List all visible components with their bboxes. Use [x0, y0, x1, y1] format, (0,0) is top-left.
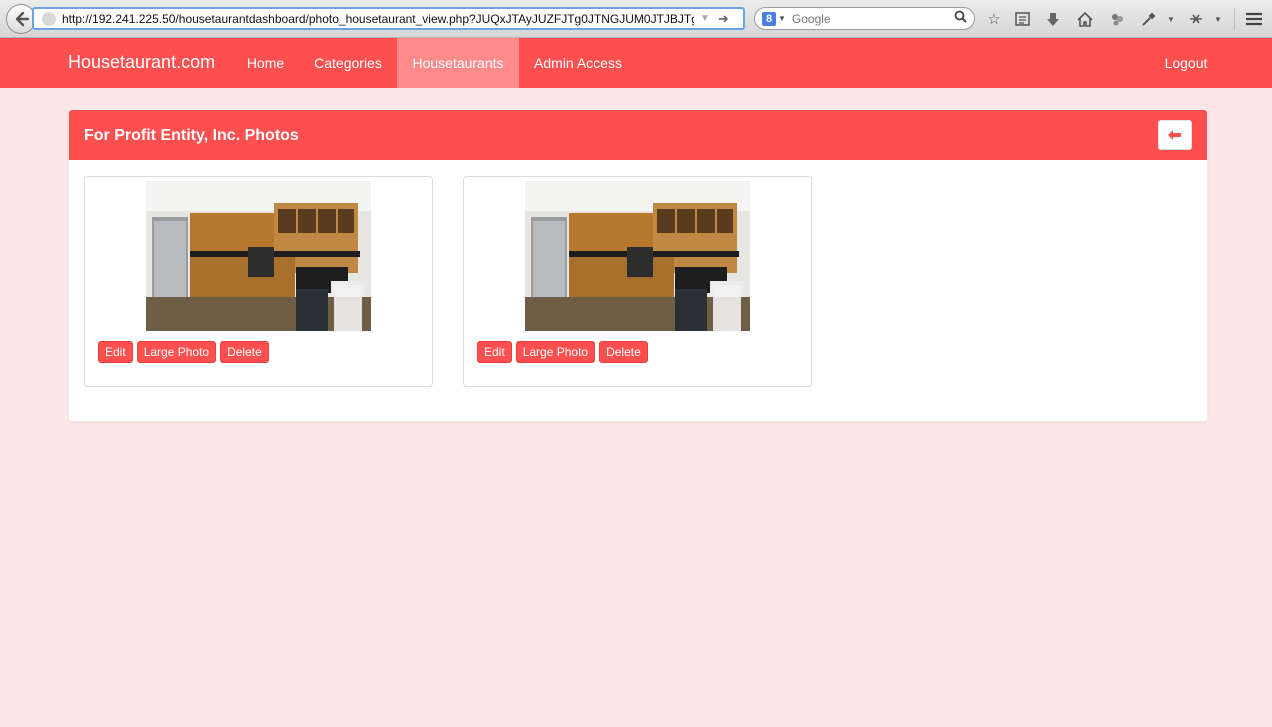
search-input[interactable]: Google — [792, 12, 954, 26]
photo-card: Edit Large Photo Delete — [463, 176, 812, 387]
delete-button[interactable]: Delete — [599, 341, 648, 363]
site-identity-icon — [42, 11, 56, 26]
url-dropdown-icon[interactable]: ▼ — [700, 13, 710, 24]
extension-icon[interactable] — [1187, 10, 1205, 28]
addon-icon[interactable] — [1108, 10, 1126, 28]
nav-housetaurants[interactable]: Housetaurants — [397, 38, 519, 88]
eyedropper-dropdown-icon[interactable]: ▼ — [1162, 10, 1180, 28]
download-icon[interactable] — [1044, 10, 1062, 28]
star-icon[interactable]: ☆ — [985, 10, 1003, 28]
toolbar-separator — [1234, 8, 1235, 30]
eyedropper-icon[interactable] — [1139, 10, 1157, 28]
address-bar[interactable]: http://192.241.225.50/housetaurantdashbo… — [32, 7, 745, 30]
url-text: http://192.241.225.50/housetaurantdashbo… — [62, 11, 694, 26]
search-bar[interactable]: 8 ▼ Google — [754, 7, 975, 30]
logout-link[interactable]: Logout — [1148, 38, 1224, 88]
nav-home[interactable]: Home — [234, 38, 297, 88]
nav-admin-access[interactable]: Admin Access — [519, 38, 637, 88]
brand-link[interactable]: Housetaurant.com — [68, 52, 215, 73]
panel-header: For Profit Entity, Inc. Photos — [69, 110, 1207, 160]
delete-button[interactable]: Delete — [220, 341, 269, 363]
nav-categories[interactable]: Categories — [300, 38, 396, 88]
home-icon[interactable] — [1076, 10, 1094, 28]
photo-actions: Edit Large Photo Delete — [477, 341, 648, 363]
edit-button[interactable]: Edit — [477, 341, 512, 363]
reading-list-icon[interactable] — [1013, 10, 1031, 28]
large-photo-button[interactable]: Large Photo — [136, 341, 217, 363]
photo-actions: Edit Large Photo Delete — [98, 341, 269, 363]
search-engine-dropdown-icon[interactable]: ▼ — [778, 14, 786, 23]
panel-title: For Profit Entity, Inc. Photos — [84, 127, 299, 144]
extension-dropdown-icon[interactable]: ▼ — [1209, 10, 1227, 28]
search-engine-icon[interactable]: 8 — [762, 11, 776, 26]
back-button[interactable] — [1158, 120, 1192, 150]
large-photo-button[interactable]: Large Photo — [515, 341, 596, 363]
edit-button[interactable]: Edit — [98, 341, 133, 363]
photos-panel: For Profit Entity, Inc. Photos Edit Larg… — [68, 109, 1208, 422]
browser-toolbar: http://192.241.225.50/housetaurantdashbo… — [0, 0, 1272, 38]
kitchen-photo[interactable] — [525, 181, 750, 331]
menu-icon[interactable] — [1245, 10, 1263, 28]
search-icon[interactable] — [954, 10, 967, 28]
kitchen-photo[interactable] — [146, 181, 371, 331]
go-arrow-icon[interactable]: ➜ — [718, 11, 729, 27]
navbar: Housetaurant.com Home Categories Houseta… — [0, 38, 1272, 88]
arrow-left-icon — [1168, 130, 1181, 140]
photo-card: Edit Large Photo Delete — [84, 176, 433, 387]
